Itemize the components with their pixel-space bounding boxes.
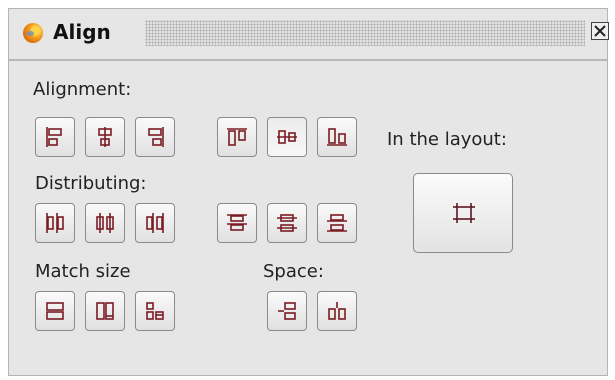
align-top-icon — [227, 128, 247, 146]
distribute-center-vertical-icon — [277, 214, 297, 232]
align-center-vertical-icon — [277, 130, 297, 144]
space-vertical-icon — [278, 302, 296, 320]
align-bottom-icon — [327, 128, 347, 146]
align-left-button[interactable] — [35, 117, 75, 157]
distribute-left-button[interactable] — [35, 203, 75, 243]
align-right-button[interactable] — [135, 117, 175, 157]
app-icon — [23, 23, 43, 43]
title-bar[interactable]: Align — [9, 9, 609, 61]
match-size-both-button[interactable] — [135, 291, 175, 331]
space-horizontal-icon — [328, 302, 346, 320]
distribute-right-button[interactable] — [135, 203, 175, 243]
distribute-left-icon — [46, 213, 64, 233]
distribute-center-horizontal-icon — [96, 213, 114, 233]
align-center-horizontal-icon — [98, 127, 112, 147]
align-center-vertical-button[interactable] — [267, 117, 307, 157]
window-title: Align — [53, 20, 111, 44]
drag-handle[interactable] — [145, 20, 585, 46]
in-the-layout-label: In the layout: — [387, 129, 507, 150]
distribute-center-vertical-button[interactable] — [267, 203, 307, 243]
space-vertical-button[interactable] — [267, 291, 307, 331]
align-right-icon — [148, 127, 164, 147]
match-size-label: Match size — [35, 261, 131, 282]
align-left-icon — [46, 127, 62, 147]
align-to-layout-button[interactable] — [413, 173, 513, 253]
match-width-button[interactable] — [35, 291, 75, 331]
distributing-label: Distributing: — [35, 173, 147, 194]
distribute-bottom-icon — [327, 214, 347, 232]
match-height-icon — [96, 302, 114, 320]
align-panel: Align Alignment: In the layout: Distribu… — [8, 8, 609, 376]
align-top-button[interactable] — [217, 117, 257, 157]
close-icon — [594, 25, 606, 37]
close-button[interactable] — [591, 22, 609, 40]
distribute-center-horizontal-button[interactable] — [85, 203, 125, 243]
distribute-right-icon — [146, 213, 164, 233]
alignment-label: Alignment: — [33, 79, 132, 100]
align-center-horizontal-button[interactable] — [85, 117, 125, 157]
align-bottom-button[interactable] — [317, 117, 357, 157]
distribute-bottom-button[interactable] — [317, 203, 357, 243]
match-width-icon — [46, 302, 64, 320]
align-to-layout-icon — [453, 203, 475, 223]
space-label: Space: — [263, 261, 324, 282]
match-height-button[interactable] — [85, 291, 125, 331]
distribute-top-icon — [227, 214, 247, 231]
match-size-both-icon — [146, 302, 164, 320]
space-horizontal-button[interactable] — [317, 291, 357, 331]
distribute-top-button[interactable] — [217, 203, 257, 243]
